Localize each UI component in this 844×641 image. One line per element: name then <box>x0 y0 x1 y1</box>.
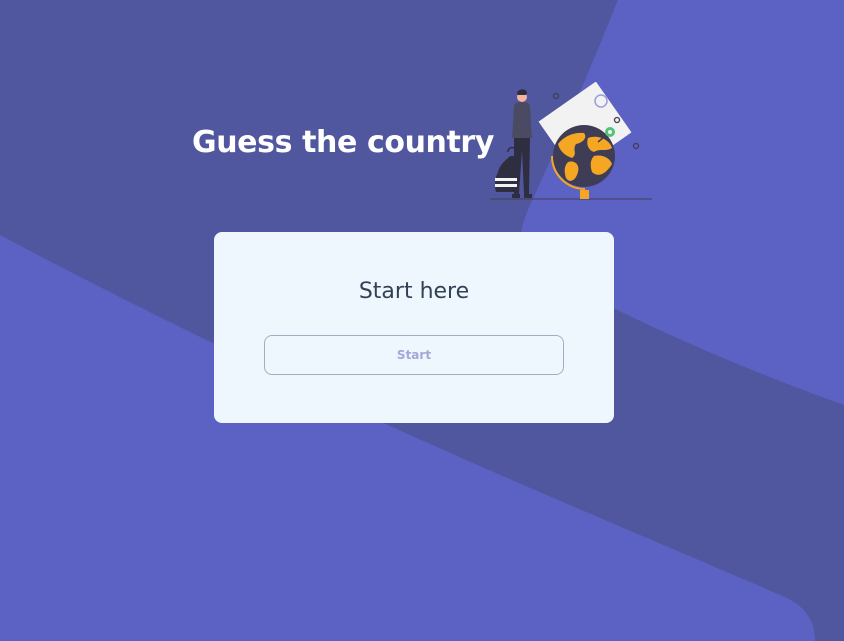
start-button[interactable]: Start <box>264 335 564 375</box>
start-card: Start here Start <box>214 232 614 423</box>
page-title: Guess the country <box>192 125 494 160</box>
traveler-globe-illustration <box>490 82 652 200</box>
card-heading: Start here <box>358 279 470 304</box>
page: Guess the country Start here Start <box>0 0 844 641</box>
